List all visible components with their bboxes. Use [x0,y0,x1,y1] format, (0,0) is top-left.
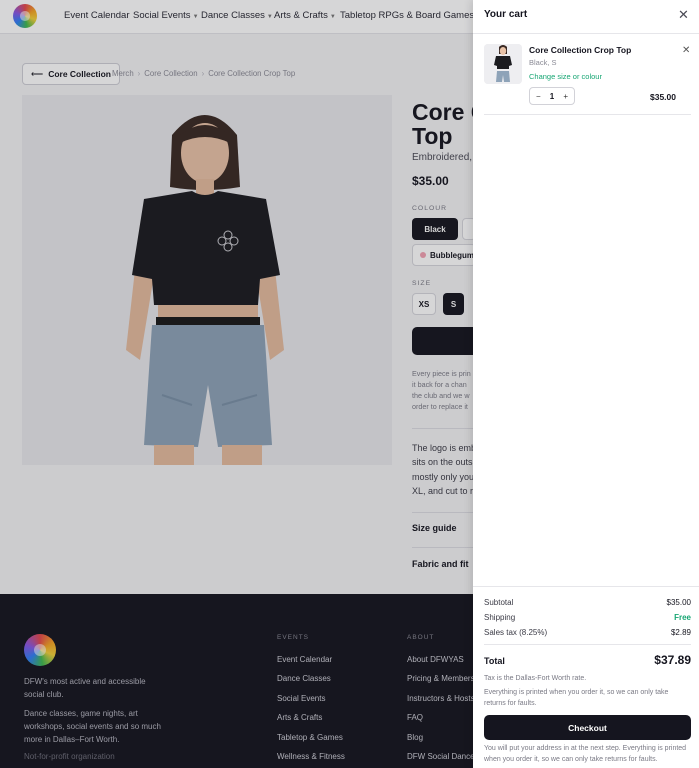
cart-item-name: Core Collection Crop Top [529,45,632,55]
total-label: Total [484,656,505,666]
shipping-row: Shipping Free [484,613,691,622]
total-value: $37.89 [654,653,691,667]
subtotal-row: Subtotal $35.00 [484,598,691,607]
tax-value: $2.89 [670,628,691,637]
print-policy-line: returns for faults. [484,699,537,707]
address-note: You will put your address in at the next… [484,744,689,766]
increase-quantity-button[interactable]: + [563,92,568,101]
divider [484,114,691,115]
tax-label: Sales tax (8.25%) [484,628,548,637]
print-policy-note: Everything is printed when you order it,… [484,688,689,710]
cart-drawer: Your cart ✕ Core Collection Crop Top Bla… [473,0,699,768]
cart-item-thumbnail [484,44,522,84]
subtotal-value: $35.00 [666,598,691,607]
tax-note: Tax is the Dallas-Fort Worth rate. [484,675,587,682]
cart-backdrop[interactable] [0,0,473,768]
close-icon[interactable]: ✕ [678,7,689,23]
change-variant-link[interactable]: Change size or colour [529,72,602,81]
divider [473,586,699,587]
address-note-line: You will put your address in at the next… [484,745,687,752]
address-note-line: when you order it, so we can only take r… [484,755,658,763]
divider [473,33,699,34]
cart-item-price: $35.00 [650,92,676,102]
cart-item-photo [484,44,522,84]
subtotal-label: Subtotal [484,598,514,607]
cart-item-variant: Black, S [529,58,557,67]
quantity-stepper: − 1 + [529,87,575,105]
shipping-label: Shipping [484,613,516,622]
shipping-value: Free [674,613,691,622]
checkout-button[interactable]: Checkout [484,715,691,740]
print-policy-line: Everything is printed when you order it,… [484,689,669,696]
decrease-quantity-button[interactable]: − [536,92,541,101]
cart-title: Your cart [484,9,528,20]
divider [484,644,691,645]
remove-item-icon[interactable]: ✕ [682,45,690,56]
quantity-value: 1 [549,91,555,101]
tax-row: Sales tax (8.25%) $2.89 [484,628,691,637]
